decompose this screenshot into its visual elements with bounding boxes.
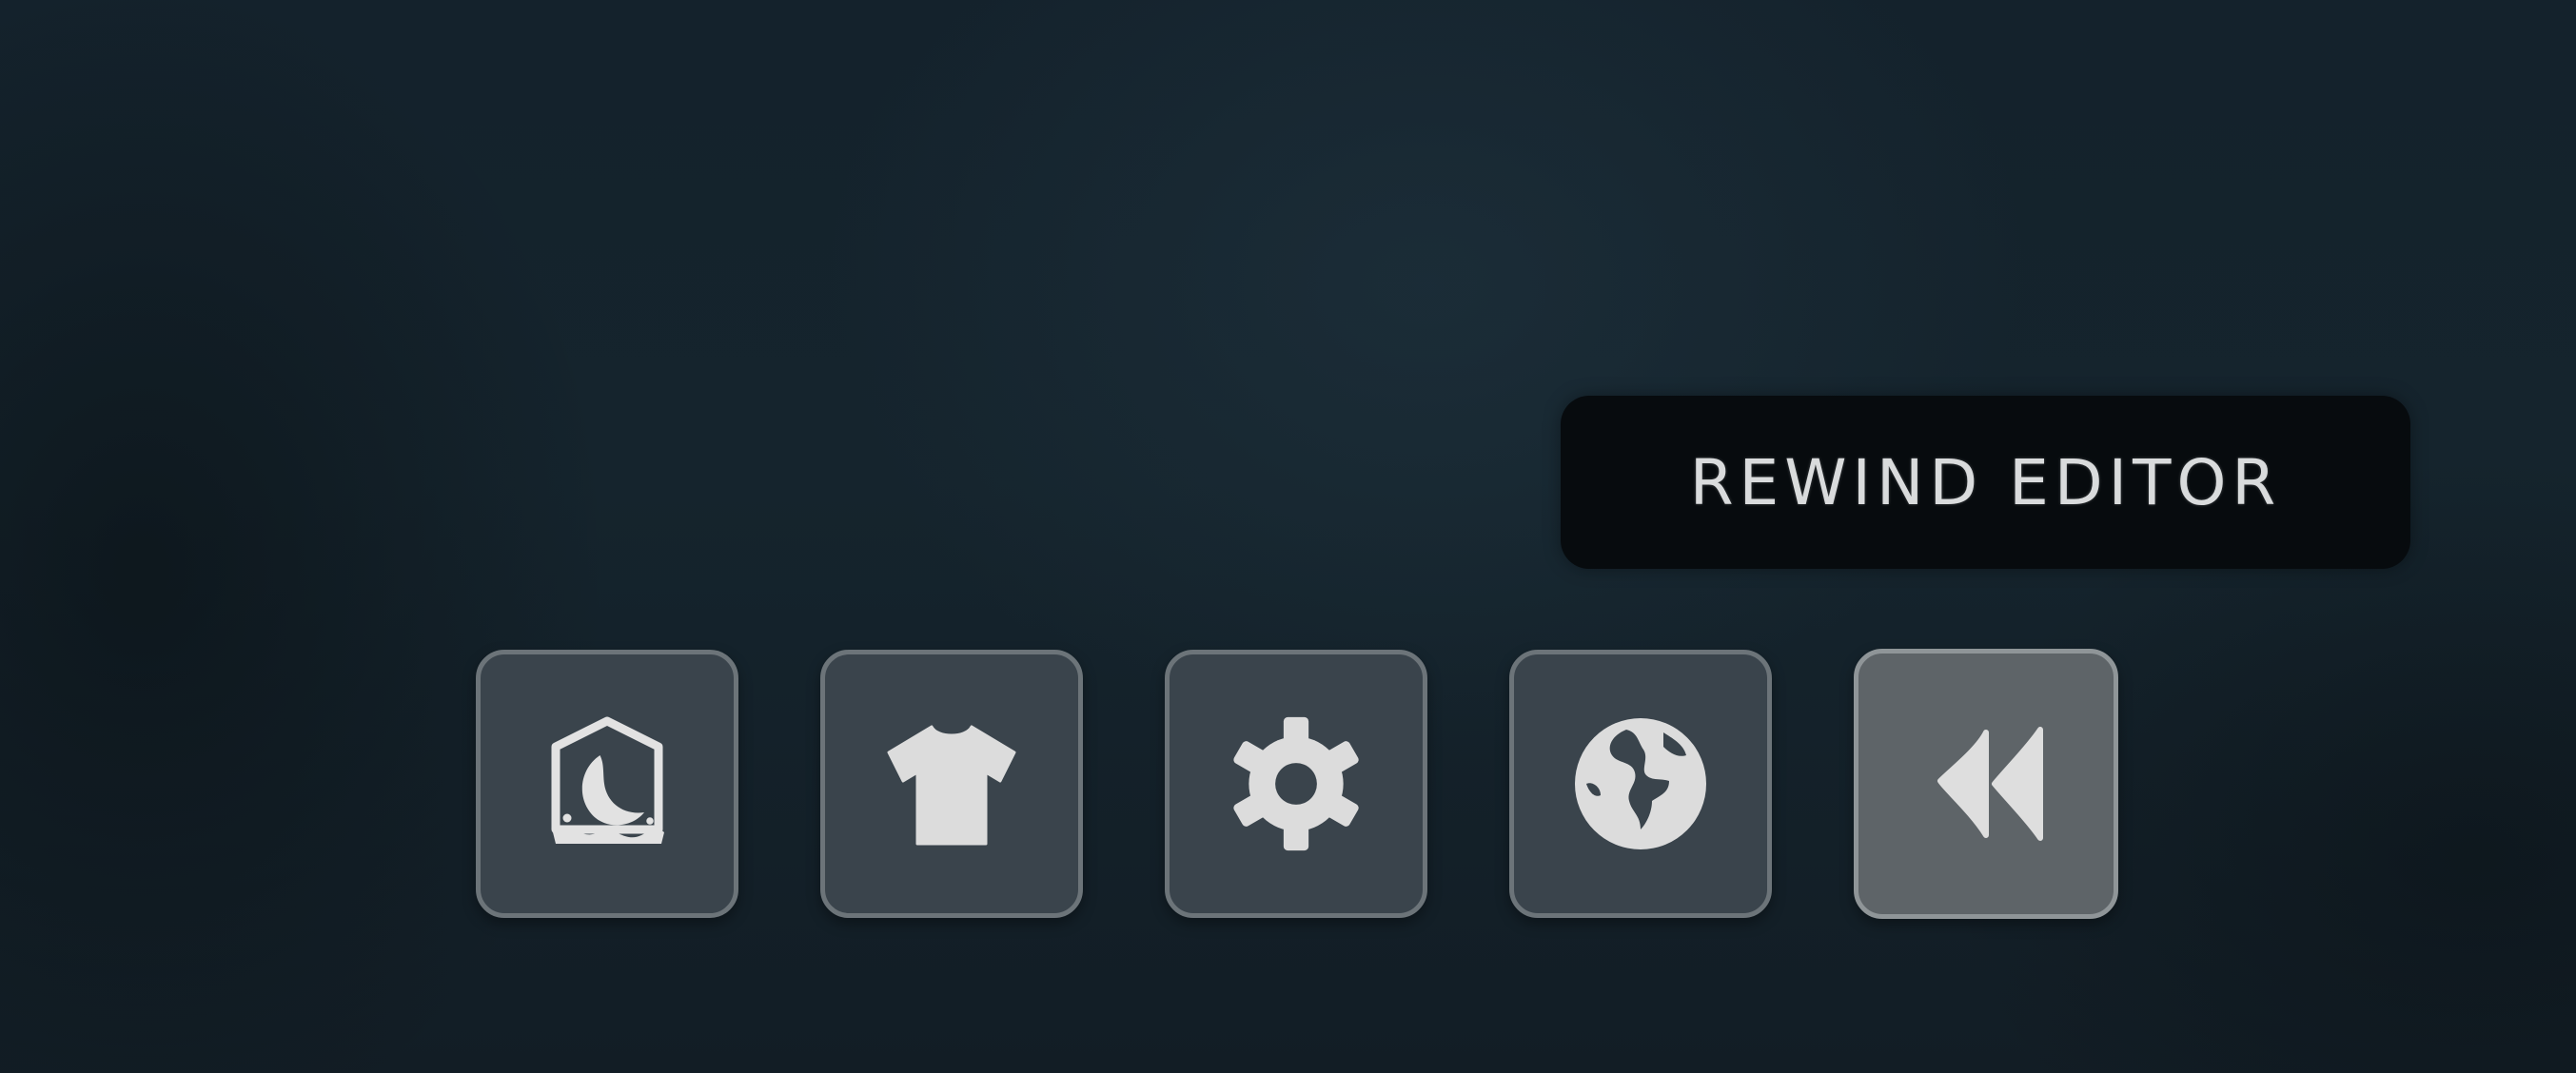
hotbar-slot-rewind[interactable] (1854, 649, 2118, 919)
tooltip-label: REWIND EDITOR (1689, 445, 2282, 519)
hotbar-slot-world[interactable] (1509, 650, 1772, 918)
hotbar-slot-home[interactable] (476, 650, 738, 918)
shirt-icon (875, 708, 1028, 860)
moon-hut-icon (531, 708, 683, 860)
rewind-icon (1910, 708, 2062, 860)
hotbar-slot-settings[interactable] (1165, 650, 1427, 918)
gear-icon (1220, 708, 1372, 860)
tooltip: REWIND EDITOR (1561, 396, 2410, 569)
hotbar-slot-outfit[interactable] (820, 650, 1083, 918)
globe-icon (1564, 708, 1717, 860)
